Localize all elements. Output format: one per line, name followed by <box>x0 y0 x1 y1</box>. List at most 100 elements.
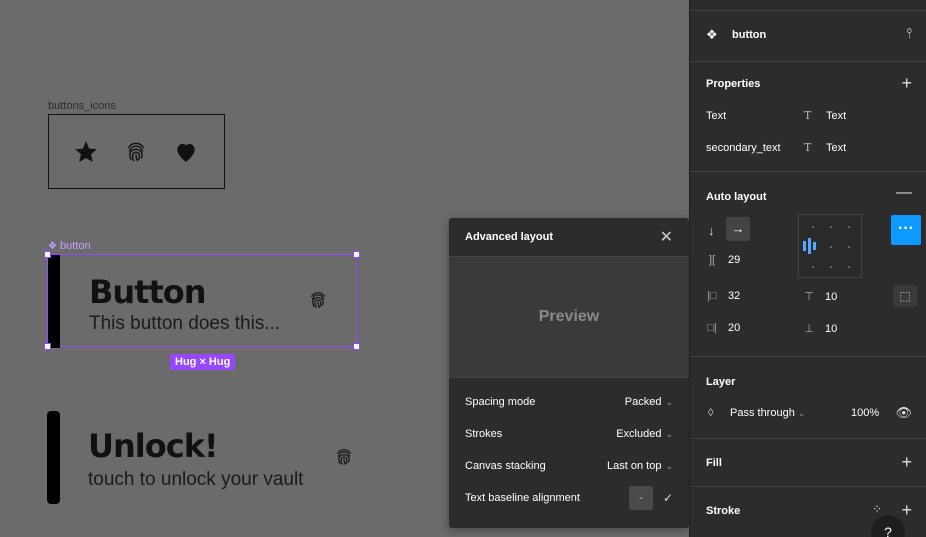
chevron-down-icon: ⌄ <box>665 460 673 471</box>
vertical-direction-icon[interactable]: ↓ <box>708 223 715 238</box>
chevron-down-icon: ⌄ <box>797 408 806 418</box>
strokes-select[interactable]: Excluded ⌄ <box>616 428 673 440</box>
add-fill-icon[interactable]: + <box>901 453 912 471</box>
star-icon <box>75 141 97 162</box>
canvas-stacking-row[interactable]: Canvas stacking Last on top ⌄ <box>449 450 689 482</box>
property-value: Text <box>826 141 847 154</box>
unlock-side-bar <box>47 411 60 504</box>
component-header: ❖ button ⫯ <box>690 11 926 62</box>
blend-mode-select[interactable]: Pass through ⌄ <box>730 407 805 419</box>
property-name: Text <box>706 109 727 122</box>
preview-label: Preview <box>538 308 600 325</box>
spacing-mode-row[interactable]: Spacing mode Packed ⌄ <box>449 386 689 418</box>
add-stroke-icon[interactable]: + <box>901 501 912 519</box>
component-label-text: button <box>60 240 91 252</box>
eye-icon[interactable]: 👁 <box>895 405 912 421</box>
property-value: Text <box>826 109 847 122</box>
padding-bottom-value[interactable]: 10 <box>825 323 837 335</box>
buttons-icons-frame[interactable] <box>48 114 225 189</box>
horizontal-direction-icon[interactable]: → <box>726 217 750 241</box>
gap-field[interactable]: ][ 29 <box>706 254 740 266</box>
heart-icon <box>177 143 195 162</box>
padding-right-icon: □| <box>707 322 717 334</box>
text-type-icon: T <box>804 109 812 122</box>
fingerprint-icon <box>127 142 145 162</box>
unlock-subtitle[interactable]: touch to unlock your vault <box>88 469 303 491</box>
stroke-title: Stroke <box>706 505 741 517</box>
strokes-value: Excluded <box>616 428 662 440</box>
padding-bottom-icon: ⊥ <box>804 323 814 335</box>
resize-handle-bottom-right[interactable] <box>353 343 360 350</box>
help-button[interactable]: ? <box>871 515 905 537</box>
opacity-value[interactable]: 100% <box>851 407 879 419</box>
padding-right-value[interactable]: 20 <box>728 322 740 334</box>
canvas-stacking-select[interactable]: Last on top ⌄ <box>607 460 673 472</box>
property-row[interactable]: Text T Text <box>706 109 910 122</box>
resize-handle-top-right[interactable] <box>353 251 360 258</box>
text-baseline-label: Text baseline alignment <box>465 492 580 504</box>
auto-layout-title: Auto layout <box>706 191 767 203</box>
property-name: secondary_text <box>706 141 781 154</box>
property-row[interactable]: secondary_text T Text <box>706 141 910 154</box>
chevron-down-icon: ⌄ <box>665 428 673 439</box>
advanced-layout-preview: Preview <box>449 257 689 378</box>
fill-title: Fill <box>706 457 722 469</box>
advanced-layout-header: Advanced layout ✕ <box>449 218 689 257</box>
resize-handle-bottom-left[interactable] <box>44 343 51 350</box>
text-baseline-row: Text baseline alignment - ✓ <box>449 482 689 514</box>
spacing-mode-value: Packed <box>624 396 662 408</box>
stroke-section: Stroke ⁘ + ? <box>690 487 926 537</box>
properties-panel: ❖ button ⫯ Properties + Text T Text seco… <box>689 0 926 537</box>
unlock-component[interactable]: Unlock! touch to unlock your vault <box>47 411 367 506</box>
component-label[interactable]: ❖ button <box>48 240 91 252</box>
button-subtitle[interactable]: This button does this... <box>89 313 280 335</box>
independent-padding-icon[interactable]: ⬚ <box>893 285 917 307</box>
unlock-title[interactable]: Unlock! <box>88 427 219 465</box>
padding-left-value[interactable]: 32 <box>728 290 740 302</box>
more-options-button[interactable]: ··· <box>891 215 921 245</box>
component-icon: ❖ <box>706 27 718 42</box>
advanced-layout-title: Advanced layout <box>465 231 554 243</box>
style-grid-icon[interactable]: ⁘ <box>872 502 882 516</box>
blend-mode-icon: ◊ <box>708 407 714 419</box>
strokes-row[interactable]: Strokes Excluded ⌄ <box>449 418 689 450</box>
padding-top-field[interactable]: ⊤ 10 <box>803 290 837 304</box>
spacing-mode-label: Spacing mode <box>465 396 536 408</box>
layer-section: Layer ◊ Pass through ⌄ 100% 👁 <box>690 357 926 439</box>
component-name[interactable]: button <box>732 29 766 41</box>
padding-top-value[interactable]: 10 <box>825 291 837 303</box>
text-type-icon: T <box>804 141 812 154</box>
advanced-layout-popup: Advanced layout ✕ Preview Spacing mode P… <box>449 218 689 528</box>
button-component-selected[interactable]: Button This button does this... <box>47 254 357 348</box>
resize-handle-top-left[interactable] <box>44 251 51 258</box>
button-title[interactable]: Button <box>89 273 207 311</box>
hug-size-badge[interactable]: Hug × Hug <box>170 354 236 370</box>
alignment-grid[interactable] <box>798 214 862 278</box>
canvas-stacking-label: Canvas stacking <box>465 460 546 472</box>
properties-title: Properties <box>706 78 761 90</box>
alignment-indicator <box>803 238 816 254</box>
padding-bottom-field[interactable]: ⊥ 10 <box>803 322 837 336</box>
add-property-icon[interactable]: + <box>901 74 912 92</box>
padding-top-icon: ⊤ <box>804 291 814 303</box>
blend-mode-value: Pass through <box>730 407 795 419</box>
close-icon[interactable]: ✕ <box>660 227 673 247</box>
strokes-label: Strokes <box>465 428 503 440</box>
layer-title: Layer <box>706 376 736 388</box>
remove-auto-layout-icon[interactable]: — <box>896 185 912 201</box>
fill-section: Fill + <box>690 439 926 487</box>
padding-right-field[interactable]: □| 20 <box>706 322 740 334</box>
properties-section: Properties + Text T Text secondary_text … <box>690 62 926 172</box>
padding-left-icon: |□ <box>707 290 717 302</box>
canvas-stacking-value: Last on top <box>607 460 662 472</box>
auto-layout-section: Auto layout — ↓ → ][ 29 ··· |□ 32 ⊤ 10 ⬚… <box>690 172 926 357</box>
spacing-mode-select[interactable]: Packed ⌄ <box>625 396 673 408</box>
padding-left-field[interactable]: |□ 32 <box>706 290 740 302</box>
fingerprint-icon <box>336 449 352 465</box>
chevron-down-icon: ⌄ <box>665 396 673 407</box>
frame-label[interactable]: buttons_icons <box>48 100 116 112</box>
adjust-icon[interactable]: ⫯ <box>906 25 912 42</box>
baseline-off-toggle[interactable]: - <box>628 486 653 510</box>
gap-value[interactable]: 29 <box>728 254 740 266</box>
checkmark-icon[interactable]: ✓ <box>663 491 673 505</box>
